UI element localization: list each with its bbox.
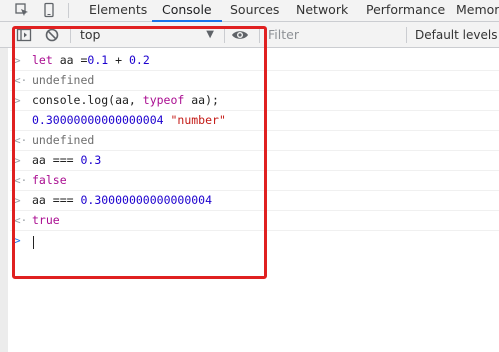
- filter-input[interactable]: Filter: [268, 26, 398, 44]
- highlight-annotation-box: [12, 26, 267, 279]
- tab-memory[interactable]: Memor: [456, 0, 499, 21]
- tab-elements[interactable]: Elements: [89, 0, 147, 21]
- tab-network[interactable]: Network: [296, 0, 348, 21]
- tab-sources[interactable]: Sources: [230, 0, 279, 21]
- inspect-element-icon[interactable]: [14, 2, 30, 18]
- device-toolbar-icon[interactable]: [41, 2, 57, 18]
- log-levels-dropdown[interactable]: Default levels: [415, 26, 499, 44]
- tab-performance[interactable]: Performance: [366, 0, 445, 21]
- toolbar-separator: [406, 27, 407, 43]
- tab-console[interactable]: Console: [152, 0, 222, 22]
- left-gutter: [0, 48, 8, 352]
- tabbar-separator: [68, 3, 69, 18]
- devtools-tabbar: Elements Console Sources Network Perform…: [0, 0, 499, 22]
